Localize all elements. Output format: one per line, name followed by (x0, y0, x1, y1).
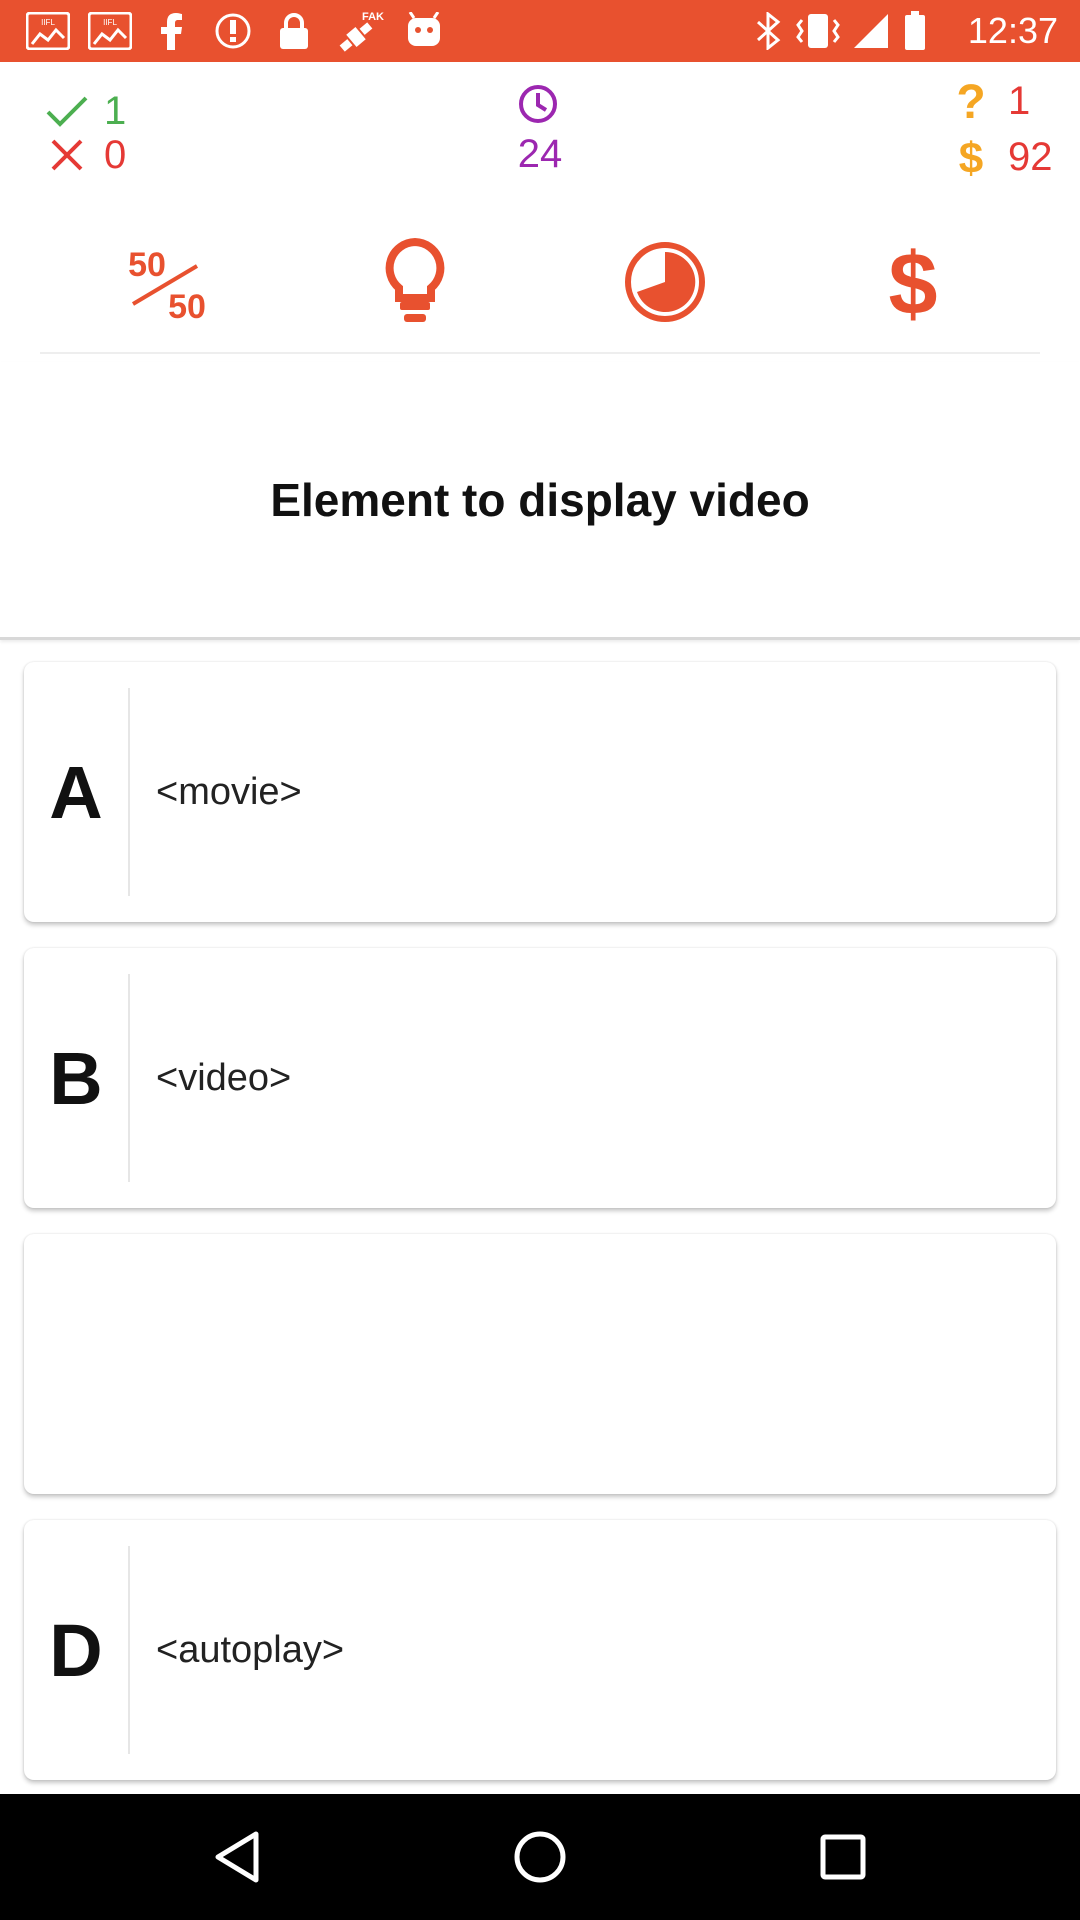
coins-count-value: 92 (1008, 134, 1053, 179)
svg-text:?: ? (956, 80, 985, 122)
question-card: Element to display video (0, 362, 1080, 640)
recents-button[interactable] (808, 1822, 878, 1892)
fake-gps-icon: FAKE (336, 11, 384, 52)
header-divider (40, 352, 1040, 354)
home-button[interactable] (505, 1822, 575, 1892)
answer-option-a[interactable]: A <movie> (24, 662, 1056, 922)
answer-text: <video> (156, 1056, 292, 1099)
question-text: Element to display video (270, 473, 810, 526)
navigation-bar (0, 1794, 1080, 1920)
facebook-icon (154, 12, 190, 50)
iifl-markets-icon: IIFL (88, 12, 132, 50)
svg-text:IIFL: IIFL (103, 18, 117, 27)
signal-icon (852, 12, 890, 50)
answer-text: <movie> (156, 770, 302, 813)
score-header: 1 0 24 ? 1 $ 92 50 50 $ (0, 62, 1080, 362)
answer-separator (128, 1546, 130, 1754)
answer-letter: B (49, 1036, 103, 1120)
answer-separator (128, 688, 130, 896)
iifl-markets-icon: IIFL (26, 12, 70, 50)
wrong-count-value: 0 (104, 132, 127, 177)
android-icon (404, 12, 444, 50)
battery-icon (904, 11, 926, 50)
svg-text:FAKE: FAKE (362, 11, 384, 23)
question-number: ? 1 (948, 78, 1030, 124)
lifelines-bar: 50 50 $ (0, 222, 1080, 342)
timer-pie-icon (625, 242, 705, 322)
bluetooth-icon (754, 12, 784, 50)
alert-circle-icon (214, 12, 252, 50)
svg-text:$: $ (889, 236, 938, 328)
home-circle-icon (514, 1831, 566, 1883)
answer-separator (128, 974, 130, 1182)
back-triangle-icon (215, 1831, 259, 1883)
vibrate-icon (796, 12, 840, 50)
close-icon (44, 132, 90, 178)
dollar-sign-icon: $ (889, 236, 938, 328)
answer-option-d[interactable]: D <autoplay> (24, 1520, 1056, 1780)
answer-letter (24, 1234, 128, 1494)
answer-letter: D (49, 1608, 103, 1692)
dollar-icon: $ (948, 134, 994, 180)
fifty-fifty-button[interactable]: 50 50 (110, 232, 220, 332)
svg-text:IIFL: IIFL (41, 18, 55, 27)
answer-letter: A (49, 750, 103, 834)
correct-count-value: 1 (104, 88, 127, 133)
status-bar: IIFL IIFL FAKE 12:37 (0, 0, 1080, 62)
lightbulb-icon (385, 237, 445, 322)
answer-option-c-removed (24, 1234, 1056, 1494)
question-number-value: 1 (1008, 78, 1031, 123)
timer-icon (518, 84, 562, 128)
extra-time-button[interactable] (610, 232, 720, 332)
answer-text: <autoplay> (156, 1628, 345, 1671)
timer-value: 24 (517, 132, 563, 176)
fifty-bottom-label: 50 (168, 288, 206, 322)
lock-icon (278, 12, 310, 50)
wrong-count: 0 (44, 132, 126, 178)
clock-time: 12:37 (967, 10, 1058, 51)
fifty-top-label: 50 (128, 246, 166, 284)
recents-square-icon (820, 1834, 866, 1880)
buy-coins-button[interactable]: $ (858, 232, 968, 332)
answer-option-b[interactable]: B <video> (24, 948, 1056, 1208)
question-mark-icon: ? (948, 78, 994, 124)
hint-lightbulb-button[interactable] (360, 232, 470, 332)
back-button[interactable] (202, 1822, 272, 1892)
coins-count: $ 92 (948, 134, 1053, 180)
correct-count: 1 (44, 88, 126, 134)
check-icon (44, 88, 90, 134)
svg-text:$: $ (959, 135, 983, 179)
